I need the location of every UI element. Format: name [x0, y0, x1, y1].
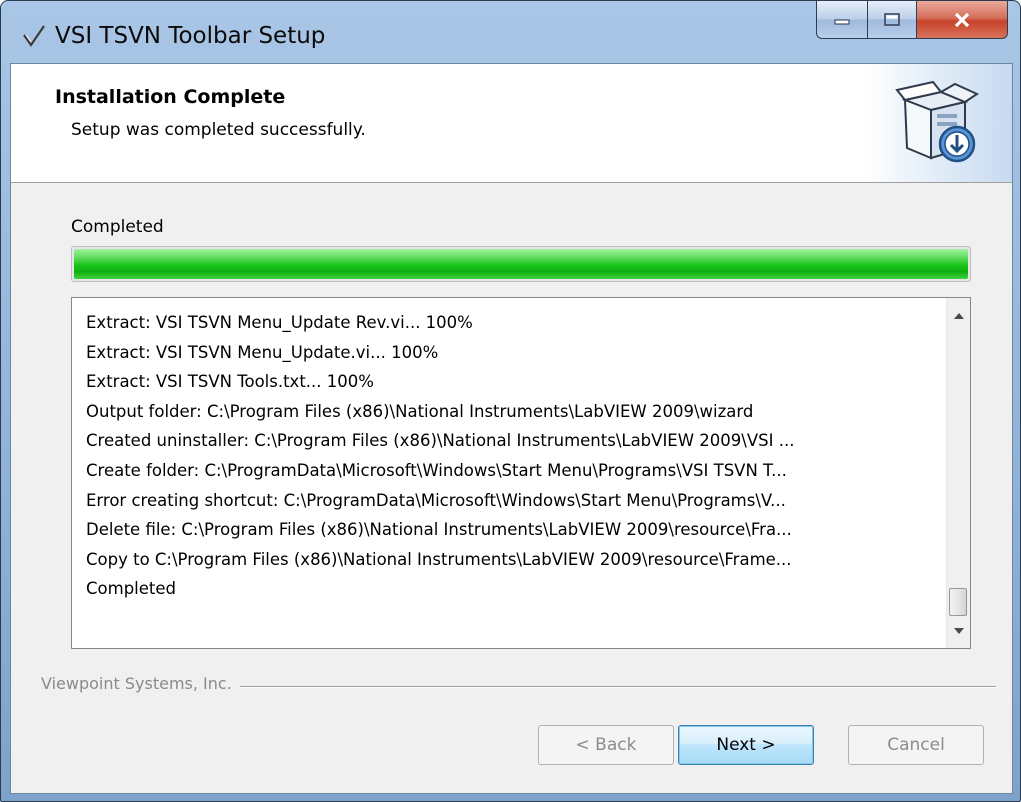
log-line: Output folder: C:\Program Files (x86)\Na… [86, 401, 754, 421]
log-line: Delete file: C:\Program Files (x86)\Nati… [86, 520, 792, 540]
log-line: Create folder: C:\ProgramData\Microsoft\… [86, 460, 787, 480]
progress-fill [74, 249, 968, 279]
page-title: Installation Complete [55, 86, 286, 108]
maximize-button[interactable] [867, 1, 917, 39]
log-line: Extract: VSI TSVN Menu_Update.vi... 100% [86, 342, 439, 362]
cancel-button[interactable]: Cancel [848, 725, 984, 765]
page-subtitle: Setup was completed successfully. [71, 120, 366, 140]
checkmark-icon [21, 23, 47, 49]
status-label: Completed [71, 217, 164, 237]
header-graphic [867, 64, 1012, 182]
arrow-up-icon [953, 312, 964, 319]
page-header: Installation Complete Setup was complete… [11, 64, 1012, 183]
window-title: VSI TSVN Toolbar Setup [55, 23, 326, 49]
log-lines: Extract: VSI TSVN Menu_Update Rev.vi... … [72, 298, 946, 648]
log-line: Extract: VSI TSVN Tools.txt... 100% [86, 372, 374, 392]
log-line: Created uninstaller: C:\Program Files (x… [86, 431, 795, 451]
dialog-client-area: Installation Complete Setup was complete… [10, 63, 1013, 794]
close-icon [917, 1, 1007, 38]
minimize-icon [817, 1, 867, 38]
arrow-down-icon [953, 627, 964, 634]
log-line: Error creating shortcut: C:\ProgramData\… [86, 490, 786, 510]
close-button[interactable] [916, 1, 1008, 39]
log-line: Completed [86, 579, 176, 599]
scroll-thumb[interactable] [949, 588, 967, 616]
setup-window: VSI TSVN Toolbar Setup Installation Comp… [0, 0, 1021, 802]
log-line: Copy to C:\Program Files (x86)\National … [86, 549, 792, 569]
title-bar[interactable]: VSI TSVN Toolbar Setup [1, 1, 1020, 63]
details-log[interactable]: Extract: VSI TSVN Menu_Update Rev.vi... … [71, 297, 971, 649]
log-line: Extract: VSI TSVN Menu_Update Rev.vi... … [86, 313, 473, 332]
minimize-button[interactable] [816, 1, 868, 39]
scroll-down-button[interactable] [947, 620, 970, 642]
branding-text: Viewpoint Systems, Inc. [11, 674, 240, 693]
caption-buttons [816, 1, 1014, 41]
next-button[interactable]: Next > [678, 725, 814, 765]
install-box-icon [893, 78, 983, 172]
back-button[interactable]: < Back [538, 725, 674, 765]
progress-bar [71, 246, 971, 282]
scroll-up-button[interactable] [947, 304, 970, 326]
log-scrollbar[interactable] [946, 298, 970, 648]
maximize-icon [868, 1, 916, 38]
